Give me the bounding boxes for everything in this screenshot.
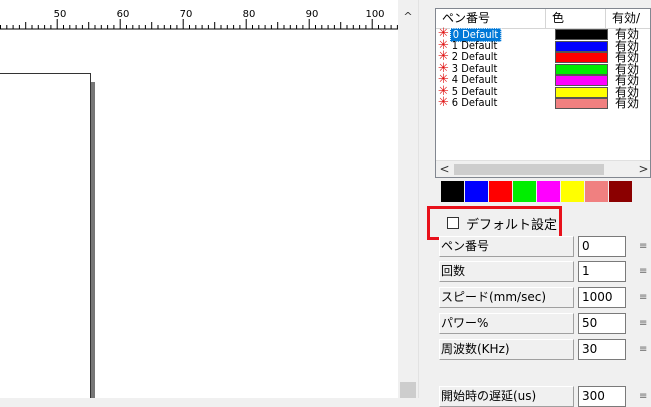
- power-spinner[interactable]: ≡: [639, 313, 651, 334]
- pen-settings-panel: ペン番号 色 有効/ ✳ 0 Default 有効 ✳ 1 Default 有効 ✳ 2 De…: [427, 0, 651, 407]
- frequency-spinner[interactable]: ≡: [639, 339, 651, 360]
- pen-color-swatch: [555, 29, 608, 40]
- work-page[interactable]: [0, 73, 91, 398]
- ruler-label-90: 90: [305, 9, 319, 20]
- palette-swatch[interactable]: [537, 181, 560, 202]
- scroll-right-button[interactable]: >: [635, 161, 650, 177]
- pen-list[interactable]: ペン番号 色 有効/ ✳ 0 Default 有効 ✳ 1 Default 有効 ✳ 2 De…: [435, 8, 651, 178]
- pen-color-swatch: [555, 63, 608, 75]
- palette-swatch[interactable]: [465, 181, 488, 202]
- pen-name: 6 Default: [451, 96, 498, 109]
- palette-swatch[interactable]: [585, 181, 608, 202]
- chevron-up-icon: ^: [403, 9, 413, 23]
- repeat-count-input[interactable]: 1: [578, 261, 626, 282]
- vertical-scrollbar[interactable]: [398, 32, 418, 398]
- pen-color-swatch: [555, 98, 608, 109]
- ruler-label-60: 60: [116, 9, 130, 20]
- start-delay-label: 開始時の遅延(us): [439, 386, 574, 407]
- pen-color-swatch: [555, 75, 608, 86]
- horizontal-scrollbar[interactable]: < >: [436, 160, 650, 177]
- horizontal-scroll-thumb[interactable]: [454, 164, 604, 175]
- frequency-label: 周波数(KHz): [439, 339, 574, 360]
- power-input[interactable]: 50: [578, 313, 626, 334]
- pen-number-label: ペン番号: [439, 236, 574, 257]
- repeat-count-label: 回数: [439, 261, 574, 282]
- column-header-pen-no[interactable]: ペン番号: [436, 9, 546, 29]
- pen-valid-status: 有効: [615, 96, 640, 110]
- power-label: パワー%: [439, 313, 574, 334]
- column-header-valid[interactable]: 有効/: [606, 9, 650, 29]
- pen-number-input[interactable]: 0: [578, 236, 626, 257]
- start-delay-spinner[interactable]: ≡: [639, 386, 651, 407]
- asterisk-icon: ✳: [438, 95, 449, 110]
- palette-swatch[interactable]: [609, 181, 632, 202]
- drawing-canvas[interactable]: 50 60 70 80 90 100: [0, 0, 398, 398]
- ruler-label-50: 50: [53, 9, 67, 20]
- speed-spinner[interactable]: ≡: [639, 287, 651, 308]
- pen-color-swatch: [555, 52, 608, 63]
- speed-input[interactable]: 1000: [578, 287, 626, 308]
- page-shadow: [91, 82, 95, 398]
- frequency-input[interactable]: 30: [578, 339, 626, 360]
- palette-swatch[interactable]: [561, 181, 584, 202]
- default-setting-label[interactable]: デフォルト設定: [466, 214, 557, 233]
- vertical-scroll-thumb[interactable]: [400, 382, 416, 398]
- pen-color-swatch: [555, 86, 608, 98]
- pen-rows: ✳ 0 Default 有効 ✳ 1 Default 有効 ✳ 2 Default 有効 ✳ 3 D…: [436, 27, 650, 110]
- pen-color-swatch: [555, 40, 608, 52]
- ruler-label-80: 80: [242, 9, 256, 20]
- scroll-left-button[interactable]: <: [436, 161, 453, 177]
- horizontal-ruler: 50 60 70 80 90 100: [0, 0, 398, 32]
- pen-number-spinner[interactable]: ≡: [639, 236, 651, 257]
- repeat-count-spinner[interactable]: ≡: [639, 261, 651, 282]
- palette-swatch[interactable]: [513, 181, 536, 202]
- scroll-up-button[interactable]: ^: [398, 0, 418, 32]
- ruler-label-100: 100: [365, 9, 385, 20]
- pen-row[interactable]: ✳ 6 Default 有効: [436, 95, 650, 110]
- start-delay-input[interactable]: 300: [578, 386, 626, 407]
- palette-swatch[interactable]: [441, 181, 464, 202]
- panel-splitter[interactable]: [418, 0, 427, 398]
- pen-list-header: ペン番号 色 有効/: [436, 9, 650, 29]
- color-palette: [441, 181, 632, 202]
- ruler-label-70: 70: [179, 9, 193, 20]
- speed-label: スピード(mm/sec): [439, 287, 574, 308]
- palette-swatch[interactable]: [489, 181, 512, 202]
- default-setting-checkbox[interactable]: [447, 217, 459, 229]
- column-header-color[interactable]: 色: [546, 9, 606, 29]
